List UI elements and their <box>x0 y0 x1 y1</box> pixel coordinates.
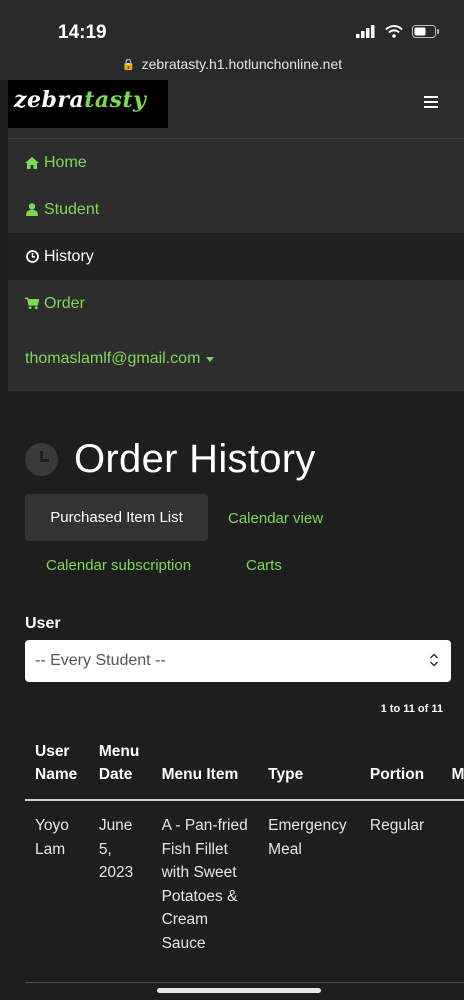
logo-part2: tasty <box>84 87 147 113</box>
user-icon <box>25 203 39 217</box>
main-nav: Home Student History Order thomaslamlf@g… <box>8 139 464 391</box>
nav-home-label: Home <box>44 153 87 171</box>
select-arrows-icon <box>429 653 439 667</box>
nav-order-label: Order <box>44 294 85 312</box>
nav-history-label: History <box>44 247 94 265</box>
table-header-row: User Name Menu Date Menu Item Type Porti… <box>25 740 464 801</box>
order-history-table: User Name Menu Date Menu Item Type Porti… <box>25 740 464 965</box>
table-row[interactable]: Yoyo Lam June 5, 2023 A - Pan-fried Fish… <box>25 800 464 965</box>
col-type[interactable]: Type <box>258 740 360 801</box>
cell-menu-item: A - Pan-fried Fish Fillet with Sweet Pot… <box>161 817 248 952</box>
nav-item-history[interactable]: History <box>8 233 464 280</box>
url-text: zebratasty.h1.hotlunchonline.net <box>141 56 343 72</box>
cell-portion: Regular <box>369 817 425 834</box>
home-icon <box>25 156 39 170</box>
site-header: zebratasty <box>8 80 464 139</box>
account-email: thomaslamlf@gmail.com <box>25 350 201 367</box>
clock-icon <box>25 250 39 264</box>
wifi-icon <box>385 25 403 38</box>
col-menu-date[interactable]: Menu Date <box>88 740 152 801</box>
logo-part1: zebra <box>14 87 85 113</box>
cell-more <box>441 800 464 965</box>
user-select-value: -- Every Student -- <box>35 652 166 669</box>
signal-icon <box>356 25 375 38</box>
status-bar: 14:19 <box>0 0 464 56</box>
page-title: Order History <box>74 437 316 481</box>
nav-item-home[interactable]: Home <box>8 139 464 186</box>
col-user-name[interactable]: User Name <box>25 740 89 801</box>
cell-menu-date: June 5, 2023 <box>98 817 134 881</box>
home-indicator <box>157 988 321 993</box>
col-menu-item[interactable]: Menu Item <box>151 740 259 801</box>
main-content: Order History Purchased Item List Calend… <box>8 400 464 1000</box>
battery-icon <box>412 25 439 38</box>
table-divider <box>25 982 464 983</box>
hamburger-menu-icon[interactable] <box>424 96 438 111</box>
title-row: Order History <box>25 437 316 482</box>
status-time: 14:19 <box>58 22 107 43</box>
user-filter-label: User <box>25 615 61 632</box>
caret-down-icon <box>206 356 215 362</box>
account-dropdown[interactable]: thomaslamlf@gmail.com <box>8 327 464 391</box>
history-clock-icon <box>25 443 58 476</box>
tab-calendar-subscription[interactable]: Calendar subscription <box>46 557 191 574</box>
user-select[interactable]: -- Every Student -- <box>25 640 451 682</box>
cart-icon <box>25 297 39 311</box>
nav-student-label: Student <box>44 200 100 218</box>
tab-purchased-item-list[interactable]: Purchased Item List <box>25 494 208 541</box>
result-count: 1 to 11 of 11 <box>380 703 443 715</box>
status-icons <box>356 25 440 38</box>
nav-item-student[interactable]: Student <box>8 186 464 233</box>
logo[interactable]: zebratasty <box>8 80 168 128</box>
cell-user-name: Yoyo Lam <box>35 817 69 858</box>
lock-icon: 🔒 <box>121 59 136 71</box>
tab-calendar-view[interactable]: Calendar view <box>228 510 323 527</box>
nav-item-order[interactable]: Order <box>8 280 464 327</box>
tab-carts[interactable]: Carts <box>246 557 282 574</box>
col-portion[interactable]: Portion <box>359 740 442 801</box>
col-more[interactable]: Me <box>441 740 464 801</box>
url-bar[interactable]: 🔒 zebratasty.h1.hotlunchonline.net <box>0 56 464 80</box>
cell-type: Emergency Meal <box>268 817 347 858</box>
